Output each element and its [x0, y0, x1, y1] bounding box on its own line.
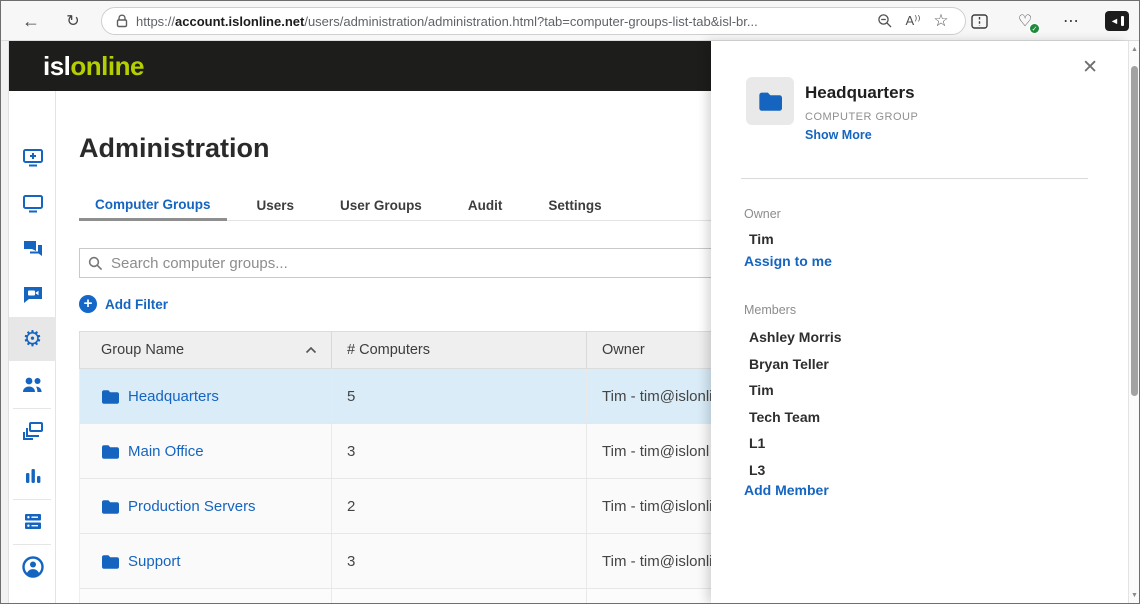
logo-suffix: online [70, 51, 144, 81]
tab-users[interactable]: Users [241, 190, 311, 221]
lock-icon [116, 14, 128, 28]
show-more-link[interactable]: Show More [805, 128, 872, 142]
detail-panel: ✕ Headquarters COMPUTER GROUP Show More … [711, 41, 1128, 603]
search-input[interactable] [111, 255, 730, 272]
scroll-up-icon[interactable]: ▲ [1129, 43, 1140, 55]
computers-cell: 3 [332, 424, 587, 478]
add-filter-button[interactable]: + Add Filter [79, 295, 168, 313]
member-item: L1 [749, 430, 842, 457]
rail-divider [13, 544, 51, 545]
group-name-cell[interactable]: Support [80, 534, 332, 588]
tab-user-groups[interactable]: User Groups [324, 190, 438, 221]
panel-title: Headquarters [805, 83, 915, 103]
url-scheme: https:// [136, 14, 175, 29]
left-icon-rail: ⚙ [9, 91, 56, 603]
page-title: Administration [79, 133, 270, 164]
assign-to-me-link[interactable]: Assign to me [744, 253, 832, 269]
chrome-toolbar: ♡ ✓ ⋯ ◄ [967, 9, 1129, 33]
zoom-out-icon[interactable] [871, 9, 899, 33]
url-text[interactable]: https://account.islonline.net/users/admi… [136, 14, 871, 29]
browser-essentials-icon[interactable]: ♡ ✓ [1013, 9, 1037, 33]
folder-icon [101, 499, 119, 514]
tab-settings[interactable]: Settings [532, 190, 617, 221]
check-badge-icon: ✓ [1029, 23, 1040, 34]
panel-divider [741, 178, 1088, 179]
sort-asc-icon [305, 346, 317, 354]
users-icon[interactable] [9, 370, 56, 400]
add-computer-icon[interactable] [9, 143, 56, 173]
computers-cell: 3 [332, 534, 587, 588]
account-icon[interactable] [9, 552, 56, 582]
computers-cell: 2 [332, 479, 587, 533]
member-item: L3 [749, 457, 842, 484]
group-name-link[interactable]: Support [128, 553, 181, 570]
folder-icon [101, 444, 119, 459]
folder-icon [101, 554, 119, 569]
group-name-cell[interactable]: Headquarters [80, 369, 332, 423]
read-aloud-icon[interactable]: A⁾⁾ [899, 9, 927, 33]
browser-chrome: ← ↻ https://account.islonline.net/users/… [1, 1, 1139, 41]
search-box [79, 248, 739, 278]
panel-type-label: COMPUTER GROUP [805, 111, 918, 123]
rail-divider [13, 408, 51, 409]
gear-glyph: ⚙ [23, 328, 43, 350]
url-path: /users/administration/administration.htm… [304, 14, 757, 29]
more-options-icon[interactable]: ⋯ [1059, 9, 1083, 33]
tab-computer-groups[interactable]: Computer Groups [79, 190, 227, 221]
tab-audit[interactable]: Audit [452, 190, 519, 221]
scroll-down-icon[interactable]: ▼ [1129, 589, 1140, 601]
members-label: Members [744, 303, 796, 317]
back-icon[interactable]: ← [19, 9, 43, 33]
app-header: islonline [9, 41, 711, 91]
group-name-header-label: Group Name [101, 342, 184, 358]
vertical-scrollbar[interactable]: ▲ ▼ [1128, 41, 1140, 603]
chat-icon[interactable] [9, 234, 56, 264]
computers-icon[interactable] [9, 189, 56, 219]
column-header-group-name[interactable]: Group Name [80, 332, 332, 368]
plus-icon: + [79, 295, 97, 313]
favorite-star-icon[interactable]: ☆ [927, 9, 955, 33]
member-item: Bryan Teller [749, 351, 842, 378]
group-avatar [746, 77, 794, 125]
license-modules-icon[interactable] [9, 506, 56, 536]
group-name-link[interactable]: Main Office [128, 443, 204, 460]
column-header-computers[interactable]: # Computers [332, 332, 587, 368]
address-bar[interactable]: https://account.islonline.net/users/admi… [101, 7, 966, 35]
group-name-link[interactable]: Production Servers [128, 498, 256, 515]
folder-icon [101, 389, 119, 404]
owner-label: Owner [744, 207, 781, 221]
scrollbar-thumb[interactable] [1131, 66, 1138, 396]
islonline-logo[interactable]: islonline [43, 51, 144, 82]
add-filter-label: Add Filter [105, 297, 168, 312]
group-name-cell[interactable]: Main Office [80, 424, 332, 478]
owner-header-label: Owner [602, 342, 645, 358]
settings-gear-icon[interactable]: ⚙ [9, 324, 56, 354]
logo-prefix: isl [43, 51, 70, 81]
add-member-link[interactable]: Add Member [744, 482, 829, 498]
owner-value: Tim [749, 231, 774, 247]
left-gutter [1, 41, 9, 603]
browser-window: ← ↻ https://account.islonline.net/users/… [0, 0, 1140, 604]
search-icon [88, 256, 103, 271]
member-item: Tech Team [749, 404, 842, 431]
rail-divider [13, 499, 51, 500]
page-content: islonline ⚙ [1, 41, 1139, 603]
member-list: Ashley Morris Bryan Teller Tim Tech Team… [749, 324, 842, 483]
reports-chart-icon[interactable] [9, 461, 56, 491]
split-screen-icon[interactable] [967, 9, 991, 33]
member-item: Tim [749, 377, 842, 404]
member-item: Ashley Morris [749, 324, 842, 351]
close-icon[interactable]: ✕ [1082, 56, 1098, 79]
url-host: account.islonline.net [175, 14, 304, 29]
video-chat-icon[interactable] [9, 279, 56, 309]
sidebar-toggle-icon[interactable]: ◄ [1105, 11, 1129, 31]
folder-icon [758, 91, 782, 111]
group-name-link[interactable]: Headquarters [128, 388, 219, 405]
computers-header-label: # Computers [347, 342, 430, 358]
computers-cell: 5 [332, 369, 587, 423]
refresh-icon[interactable]: ↻ [61, 9, 85, 33]
group-name-cell[interactable]: Production Servers [80, 479, 332, 533]
sessions-cascade-icon[interactable] [9, 416, 56, 446]
